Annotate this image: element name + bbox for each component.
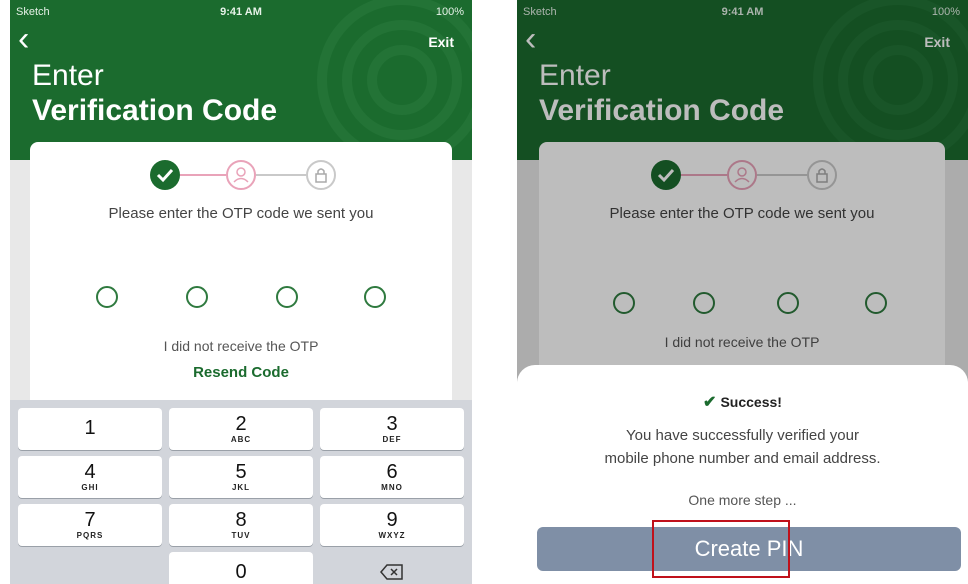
key-letters: WXYZ: [378, 531, 406, 540]
otp-digit-input[interactable]: [364, 286, 386, 308]
step-complete: [150, 160, 180, 190]
key-letters: ABC: [230, 435, 252, 444]
key-digit: 4: [84, 461, 96, 483]
user-icon: [233, 167, 249, 183]
key-letters: TUV: [231, 531, 251, 540]
step-pin: [306, 160, 336, 190]
key-digit: 8: [235, 509, 247, 531]
delete-key[interactable]: [320, 552, 464, 584]
not-received-text: I did not receive the OTP: [163, 338, 319, 354]
key-digit: 2: [235, 413, 247, 435]
exit-button[interactable]: Exit: [428, 34, 454, 50]
numeric-keypad: 1 2 ABC 3 DEF 4 GHI 5 JKL 6 MNO 7 PQRS 8 TUV 9W…: [10, 400, 472, 584]
lock-icon: [315, 168, 327, 183]
key-5[interactable]: 5 JKL: [169, 456, 313, 498]
otp-digit-input[interactable]: [186, 286, 208, 308]
highlight-box: [652, 520, 790, 578]
success-sheet: ✔ Success! You have successfully verified…: [517, 365, 968, 584]
key-letters: GHI: [81, 483, 99, 492]
key-digit: 5: [235, 461, 247, 483]
key-7[interactable]: 7 PQRS: [18, 504, 162, 546]
header: Sketch 9:41 AM 100% ‹ Exit Enter Verific…: [10, 0, 472, 160]
key-letters: MNO: [381, 483, 403, 492]
key-letters: JKL: [231, 483, 251, 492]
otp-prompt: Please enter the OTP code we sent you: [108, 205, 374, 222]
step-profile: [226, 160, 256, 190]
fingerprint-icon: [317, 0, 472, 160]
key-digit: 3: [386, 413, 398, 435]
next-step-note: One more step ...: [688, 492, 797, 508]
success-label: Success!: [720, 394, 782, 410]
key-8[interactable]: 8 TUV: [169, 504, 313, 546]
backspace-icon: [380, 564, 403, 580]
page-title-line1: Enter: [32, 59, 104, 92]
key-3[interactable]: 3 DEF: [320, 408, 464, 450]
step-connector: [256, 174, 306, 176]
status-bar: Sketch 9:41 AM 100%: [10, 6, 472, 20]
key-0[interactable]: 0: [169, 552, 313, 584]
check-icon: [156, 168, 174, 183]
key-4[interactable]: 4 GHI: [18, 456, 162, 498]
progress-stepper: [30, 160, 452, 192]
key-1[interactable]: 1: [18, 408, 162, 450]
resend-code-link[interactable]: Resend Code: [30, 364, 452, 381]
key-letters: DEF: [382, 435, 402, 444]
key-digit: 0: [235, 561, 247, 583]
key-digit: 7: [84, 509, 96, 531]
key-9[interactable]: 9 WXYZ: [320, 504, 464, 546]
battery-label: 100%: [435, 6, 464, 18]
success-title: ✔ Success!: [517, 392, 968, 412]
phone-screen-enter-otp: Sketch 9:41 AM 100% ‹ Exit Enter Verific…: [10, 0, 472, 584]
clock: 9:41 AM: [220, 6, 262, 18]
success-message-line2: mobile phone number and email address.: [604, 450, 881, 467]
success-message-line1: You have successfully verified your: [626, 427, 859, 444]
back-button[interactable]: ‹: [18, 22, 29, 56]
page-title-line2: Verification Code: [32, 94, 278, 127]
key-digit: 9: [386, 509, 398, 531]
otp-digit-input[interactable]: [276, 286, 298, 308]
key-letters: PQRS: [76, 531, 104, 540]
phone-screen-success: Sketch 9:41 AM 100% ‹ Exit Enter Verific…: [517, 0, 968, 584]
checkmark-icon: ✔: [703, 394, 717, 411]
key-digit: 6: [386, 461, 398, 483]
otp-card: Please enter the OTP code we sent you I …: [30, 142, 452, 412]
key-digit: 1: [84, 417, 96, 439]
key-6[interactable]: 6 MNO: [320, 456, 464, 498]
step-connector: [180, 174, 226, 176]
otp-digit-input[interactable]: [96, 286, 118, 308]
key-2[interactable]: 2 ABC: [169, 408, 313, 450]
